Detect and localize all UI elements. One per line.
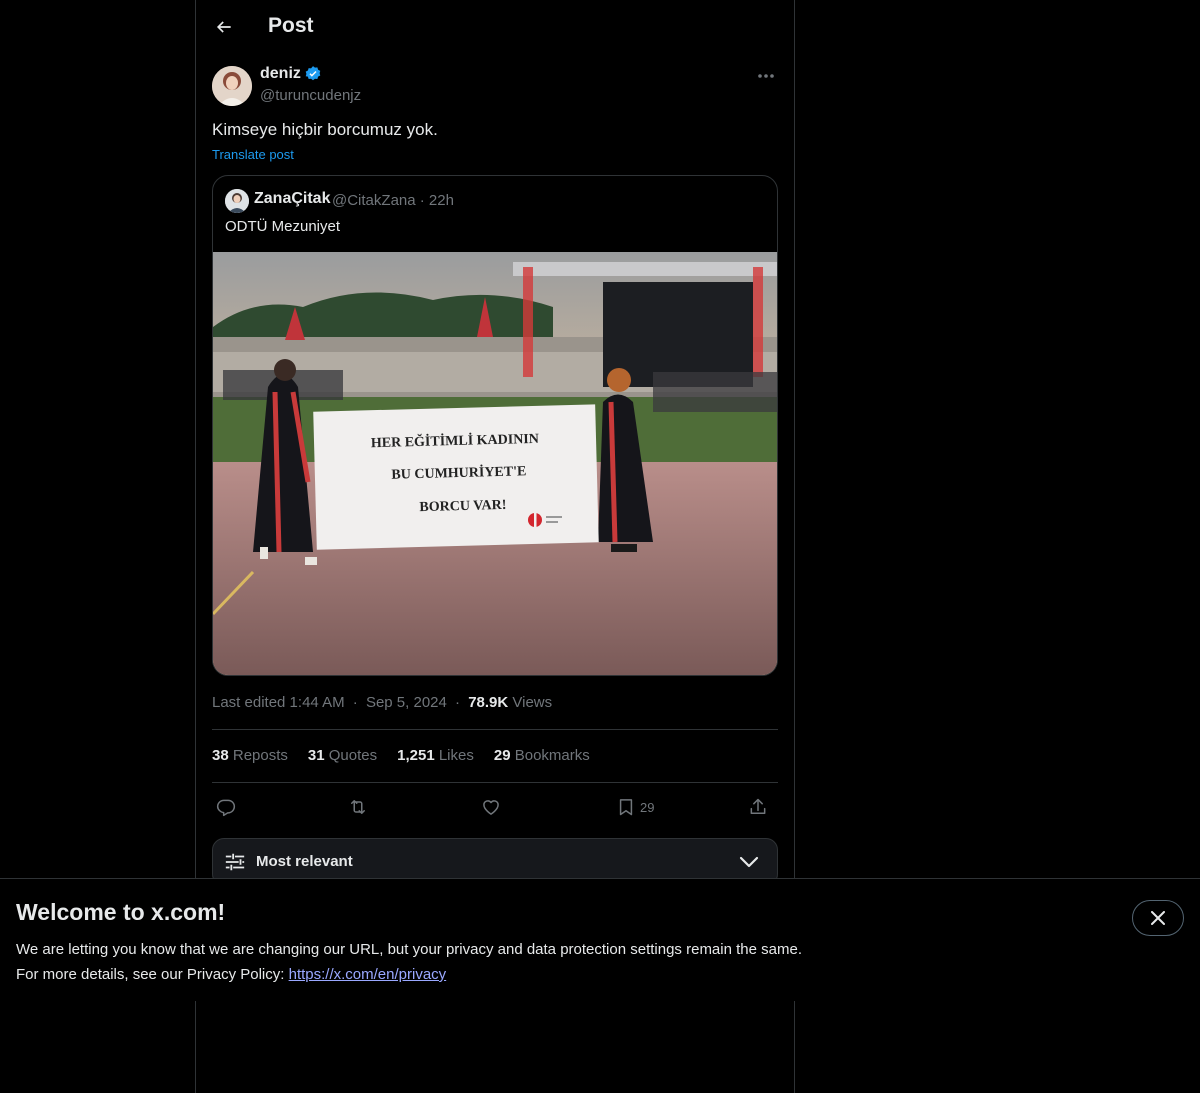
edited-label[interactable]: Last edited 1:44 AM: [212, 694, 345, 711]
banner-line-3: BORCU VAR!: [419, 498, 506, 515]
author-name[interactable]: deniz: [260, 65, 322, 83]
likes-stat[interactable]: 1,251 Likes: [397, 747, 474, 764]
chevron-down-icon: [739, 856, 759, 868]
meta-separator: ·: [455, 694, 461, 711]
banner-line: We are letting you know that we are chan…: [16, 941, 802, 958]
quote-avatar[interactable]: [225, 189, 249, 213]
stat-label: Quotes: [328, 747, 378, 764]
post-author: deniz @turuncudenjz: [212, 64, 778, 108]
divider: [212, 782, 778, 783]
post-text: Kimseye hiçbir borcumuz yok.: [212, 120, 438, 139]
arrow-left-icon: [216, 21, 231, 33]
share-button[interactable]: [748, 793, 768, 821]
quote-photo[interactable]: HER EĞİTİMLİ KADININ BU CUMHURİYET'E BOR…: [213, 252, 777, 675]
sort-label: Most relevant: [256, 853, 353, 870]
post-meta: Last edited 1:44 AM · Sep 5, 2024 · 78.9…: [212, 694, 552, 711]
bookmark-count: 29: [640, 799, 655, 815]
post-stats: 38 Reposts 31 Quotes 1,251 Likes 29 Book…: [212, 747, 590, 764]
bookmark-icon: [619, 799, 633, 816]
stat-count: 29: [493, 747, 511, 764]
banner-title: Welcome to x.com!: [16, 899, 226, 925]
quote-text: ODTÜ Mezuniyet: [225, 218, 341, 235]
stat-count: 38: [212, 747, 229, 764]
translate-post-link[interactable]: Translate post: [212, 147, 294, 162]
stat-label: Bookmarks: [514, 747, 590, 764]
reply-icon: [216, 799, 236, 817]
page-header: Post: [196, 0, 794, 54]
stat-count: 31: [307, 747, 325, 764]
close-icon: [1151, 911, 1165, 925]
more-horizontal-icon: [758, 74, 774, 78]
banner-text: We are letting you know that we are chan…: [16, 937, 802, 987]
banner-line: For more details, see our Privacy Policy…: [16, 962, 802, 987]
author-handle[interactable]: @turuncudenjz: [260, 87, 361, 104]
views-count: 78.9K: [468, 694, 509, 711]
reply-button[interactable]: [216, 793, 236, 821]
quote-author-handle[interactable]: @CitakZana · 22h: [332, 192, 454, 209]
stat-label: Likes: [438, 747, 474, 764]
verified-badge-icon: [305, 66, 321, 81]
privacy-policy-link[interactable]: https://x.com/en/privacy: [289, 966, 447, 983]
banner-close-button[interactable]: [1132, 900, 1184, 936]
reposts-stat[interactable]: 38 Reposts: [212, 747, 288, 764]
more-options-button[interactable]: [754, 66, 778, 86]
bookmark-button[interactable]: 29: [616, 793, 654, 821]
repost-icon: [351, 800, 365, 814]
quotes-stat[interactable]: 31 Quotes: [308, 747, 377, 764]
meta-separator: ·: [352, 694, 358, 711]
post-actions: 29: [212, 793, 778, 821]
share-icon: [750, 798, 766, 814]
author-name-text: deniz: [260, 65, 301, 82]
quote-author-name[interactable]: ZanaÇitak: [254, 190, 330, 208]
stat-count: 1,251: [397, 747, 435, 764]
like-button[interactable]: [481, 793, 501, 821]
repost-button[interactable]: [347, 793, 369, 821]
page-title: Post: [268, 14, 314, 37]
bookmarks-stat[interactable]: 29 Bookmarks: [494, 747, 590, 764]
url-change-banner: Welcome to x.com! We are letting you kno…: [0, 878, 1200, 1001]
banner-line-prefix: For more details, see our Privacy Policy…: [16, 966, 285, 983]
heart-icon: [483, 800, 499, 815]
quoted-post[interactable]: ZanaÇitak @CitakZana · 22h ODTÜ Mezuniye…: [212, 175, 778, 676]
sliders-icon: [225, 853, 245, 871]
avatar[interactable]: [212, 66, 252, 106]
stat-label: Reposts: [232, 747, 288, 764]
post-date[interactable]: Sep 5, 2024: [366, 694, 447, 711]
divider: [212, 729, 778, 730]
back-button[interactable]: [208, 11, 240, 43]
views-label: Views: [512, 694, 553, 711]
